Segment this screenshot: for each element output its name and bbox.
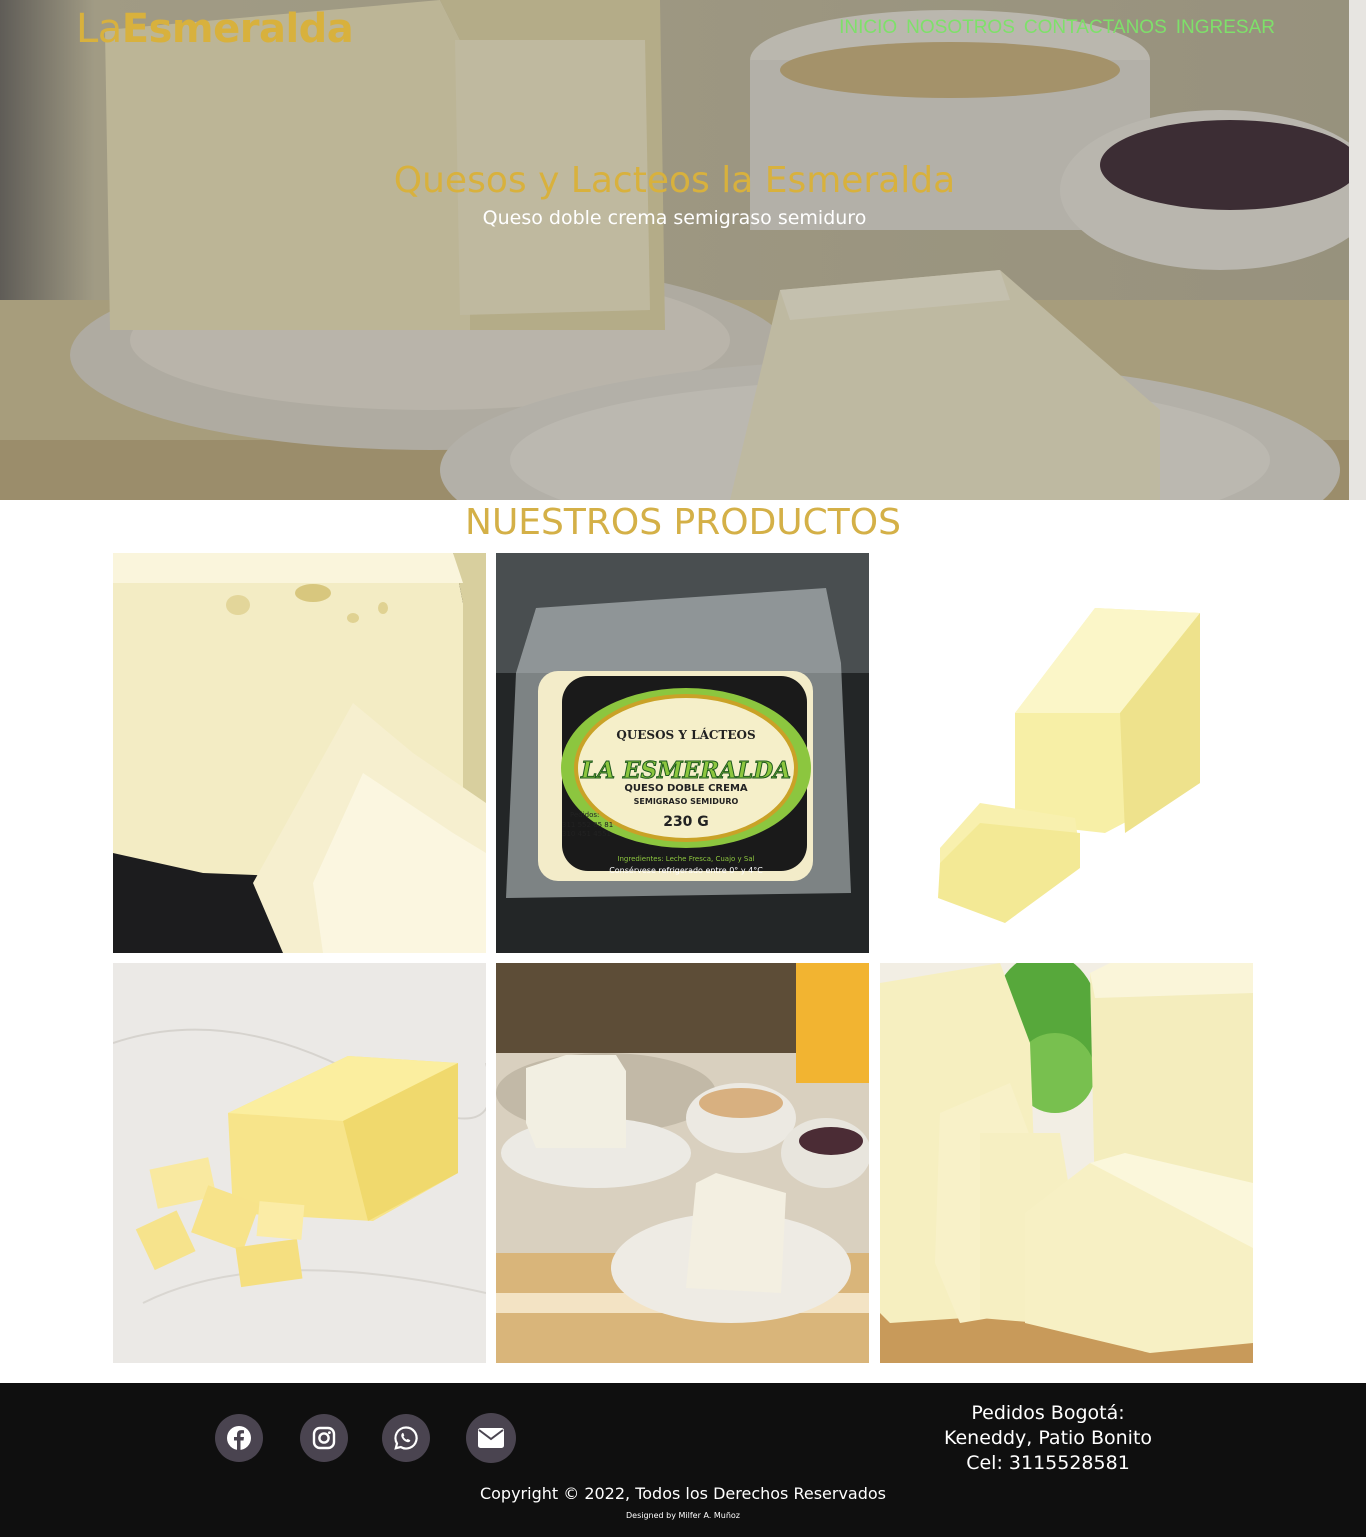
product-image-cheese-cubes[interactable] [113,963,486,1363]
copyright-text: Copyright © 2022, Todos los Derechos Res… [479,1484,887,1503]
package-ingredients: Ingredientes: Leche Fresca, Cuajo y Sal [617,855,754,863]
whatsapp-icon [394,1426,418,1450]
package-product: QUESO DOBLE CREMA [624,783,748,794]
instagram-link[interactable] [300,1414,348,1462]
hero-title: Quesos y Lacteos la Esmeralda [393,160,956,201]
scrollbar-track[interactable] [1349,0,1366,500]
email-link[interactable] [466,1413,516,1463]
product-image-cheese-breakfast[interactable] [496,963,869,1363]
product-image-cheese-block[interactable] [113,553,486,953]
nav-nosotros[interactable]: NOSOTROS [906,17,1015,39]
package-storage: Consérvese refrigerado entre 0° y 4°C [609,865,763,875]
facebook-icon [227,1426,251,1451]
package-phone2: 310 451 4551 [562,830,611,838]
package-type: SEMIGRASO SEMIDURO [634,797,739,806]
product-image-package[interactable]: QUESOS Y LÁCTEOS LA ESMERALDA QUESO DOBL… [496,553,869,953]
facebook-link[interactable] [215,1414,263,1462]
contact-info: Pedidos Bogotá: Keneddy, Patio Bonito Ce… [900,1401,1196,1476]
nav-inicio[interactable]: INICIO [839,17,897,39]
site-logo[interactable]: LaEsmeralda [76,6,354,52]
designer-credit: Designed by Milfer A. Muñoz [626,1511,740,1520]
package-brand: LA ESMERALDA [580,757,791,784]
whatsapp-link[interactable] [382,1414,430,1462]
contact-line-phone: Cel: 3115528581 [966,1452,1130,1474]
package-weight: 230 G [663,814,709,830]
contact-line-location: Keneddy, Patio Bonito [943,1427,1153,1449]
main-nav: INICIO NOSOTROS CONTACTANOS INGRESAR [839,17,1275,39]
envelope-icon [478,1428,504,1448]
nav-contactanos[interactable]: CONTACTANOS [1024,17,1167,39]
nav-ingresar[interactable]: INGRESAR [1176,17,1275,39]
contact-line-orders: Pedidos Bogotá: [971,1402,1125,1424]
product-image-cheese-bar[interactable] [880,553,1253,953]
package-brand-top: QUESOS Y LÁCTEOS [616,727,755,742]
product-image-sliced-cheese[interactable] [880,963,1253,1363]
package-phone1: 311 552 85 81 [562,821,613,829]
products-heading: NUESTROS PRODUCTOS [465,502,901,543]
package-orders: Pedidos: [570,811,599,819]
instagram-icon [312,1426,336,1450]
hero-banner [0,0,1349,500]
hero-subtitle: Queso doble crema semigraso semiduro [482,207,867,229]
